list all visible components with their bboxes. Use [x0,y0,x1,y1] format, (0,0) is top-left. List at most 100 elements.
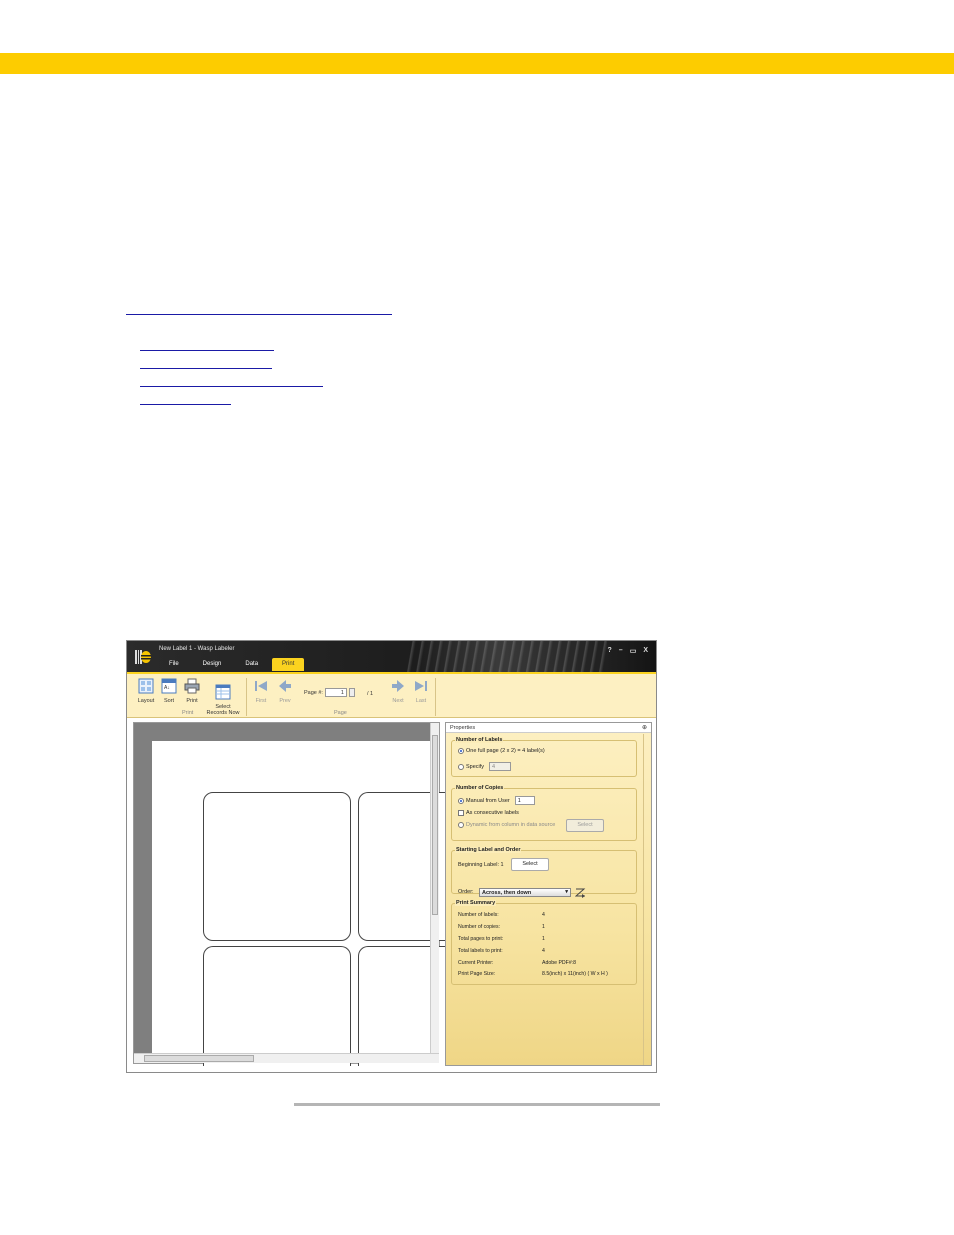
label-3[interactable] [203,946,351,1066]
print-label: Print [186,698,198,704]
select-records-label: Select Records Now [206,704,240,716]
ribbon-separator [246,678,247,716]
document-link[interactable] [140,404,231,405]
first-label: First [255,698,267,704]
consecutive-option[interactable]: As consecutive labels [458,810,519,816]
summary-label: Total labels to print: [458,948,503,954]
summary-label: Current Printer: [458,960,494,966]
prev-page-icon [279,680,291,692]
svg-text:A↓: A↓ [164,685,170,691]
properties-scrollbar[interactable] [643,734,651,1065]
app-titlebar: New Label 1 - Wasp Labeler ? – ▭ X File … [127,641,656,672]
section-title: Number of Copies [455,785,505,791]
document-link[interactable] [140,368,272,369]
scrollbar-thumb[interactable] [432,735,438,915]
last-page-button[interactable]: Last [411,678,431,704]
next-page-icon [392,680,404,692]
print-button[interactable]: Print [181,678,203,704]
sort-icon: A↓ [161,678,177,694]
number-of-labels-section: Number of Labels One full page (2 x 2) =… [451,737,637,777]
sort-button[interactable]: A↓ Sort [158,678,180,704]
document-link[interactable] [140,386,323,387]
summary-label: Number of copies: [458,924,501,930]
summary-value: 1 [542,936,545,942]
next-label: Next [392,698,404,704]
close-icon[interactable]: X [643,647,648,655]
section-title: Number of Labels [455,737,504,743]
ribbon-tabs: File Design Data Print [159,658,305,671]
scrollbar-thumb[interactable] [144,1055,254,1062]
layout-label: Layout [137,698,155,704]
specify-input[interactable]: 4 [489,762,512,771]
tab-design[interactable]: Design [193,659,232,671]
first-page-button[interactable]: First [251,678,271,704]
wasp-labeler-screenshot: New Label 1 - Wasp Labeler ? – ▭ X File … [126,640,657,1073]
layout-button[interactable]: Layout [134,678,158,704]
wasp-logo-icon [135,650,151,664]
minimize-icon[interactable]: – [619,647,623,655]
order-direction-icon[interactable] [575,887,586,898]
last-label: Last [415,698,427,704]
vertical-scrollbar[interactable] [430,723,439,1053]
summary-value: 4 [542,912,545,918]
copies-input[interactable]: 1 [514,796,535,805]
header-accent-bar [0,53,954,74]
specify-option[interactable]: Specify 4 [458,762,512,771]
section-title: Print Summary [455,900,497,906]
ribbon-separator [435,678,436,716]
select-records-button[interactable]: Select Records Now [204,678,242,722]
tab-print[interactable]: Print [272,658,305,671]
manual-option[interactable]: Manual from User 1 [458,796,535,805]
summary-label: Print Page Size: [458,971,496,977]
window-controls: ? – ▭ X [608,647,648,655]
tab-data[interactable]: Data [235,659,268,671]
dynamic-select-button[interactable]: Select [566,819,604,832]
summary-value: 4 [542,948,545,954]
full-page-option[interactable]: One full page (2 x 2) = 4 label(s) [458,748,545,754]
checkbox-icon[interactable] [458,810,464,816]
dynamic-label: Dynamic from column in data source [466,822,556,828]
horizontal-scrollbar[interactable] [134,1053,439,1063]
label-sheet [152,741,448,1066]
specify-label: Specify [466,763,485,770]
next-page-button[interactable]: Next [388,678,408,704]
full-page-label: One full page (2 x 2) = 4 label(s) [466,748,545,754]
last-page-icon [415,681,427,691]
order-value: Across, then down [482,890,532,896]
print-summary-section: Print Summary Number of labels: 4 Number… [451,900,637,985]
dynamic-option[interactable]: Dynamic from column in data source [458,822,555,828]
beginning-select-button[interactable]: Select [511,858,549,871]
label-1[interactable] [203,792,351,941]
number-of-copies-section: Number of Copies Manual from User 1 As c… [451,785,637,841]
label-preview-canvas[interactable] [133,722,448,1066]
page-number-input[interactable]: 1 [324,688,347,697]
page-number-spinner[interactable] [348,688,355,697]
page-number-label: Page #: [304,689,323,696]
maximize-icon[interactable]: ▭ [630,647,637,655]
layout-icon [138,678,154,694]
tab-file[interactable]: File [159,659,189,671]
select-records-icon [215,684,231,700]
prev-label: Prev [279,698,291,704]
radio-icon[interactable] [458,822,464,828]
first-page-icon [255,681,267,691]
consecutive-label: As consecutive labels [466,810,519,816]
chevron-down-icon: ▾ [565,889,568,895]
radio-selected-icon[interactable] [458,748,464,754]
manual-label: Manual from User [466,797,510,804]
help-icon[interactable]: ? [608,647,612,655]
pin-icon[interactable]: ⊕ [642,724,647,731]
document-link[interactable] [140,350,274,351]
properties-panel: Properties ⊕ Number of Labels One full p… [445,722,652,1066]
properties-title: Properties [450,725,476,731]
order-select[interactable]: Across, then down ▾ [479,888,571,897]
prev-page-button[interactable]: Prev [275,678,295,704]
page-total: / 1 [367,691,374,697]
radio-selected-icon[interactable] [458,797,464,804]
page-group-label: Page [334,710,347,716]
order-row: Order: [458,889,474,895]
radio-icon[interactable] [458,763,464,770]
print-group-label: Print [182,710,194,716]
summary-label: Number of labels: [458,912,499,918]
document-link[interactable] [126,314,392,315]
